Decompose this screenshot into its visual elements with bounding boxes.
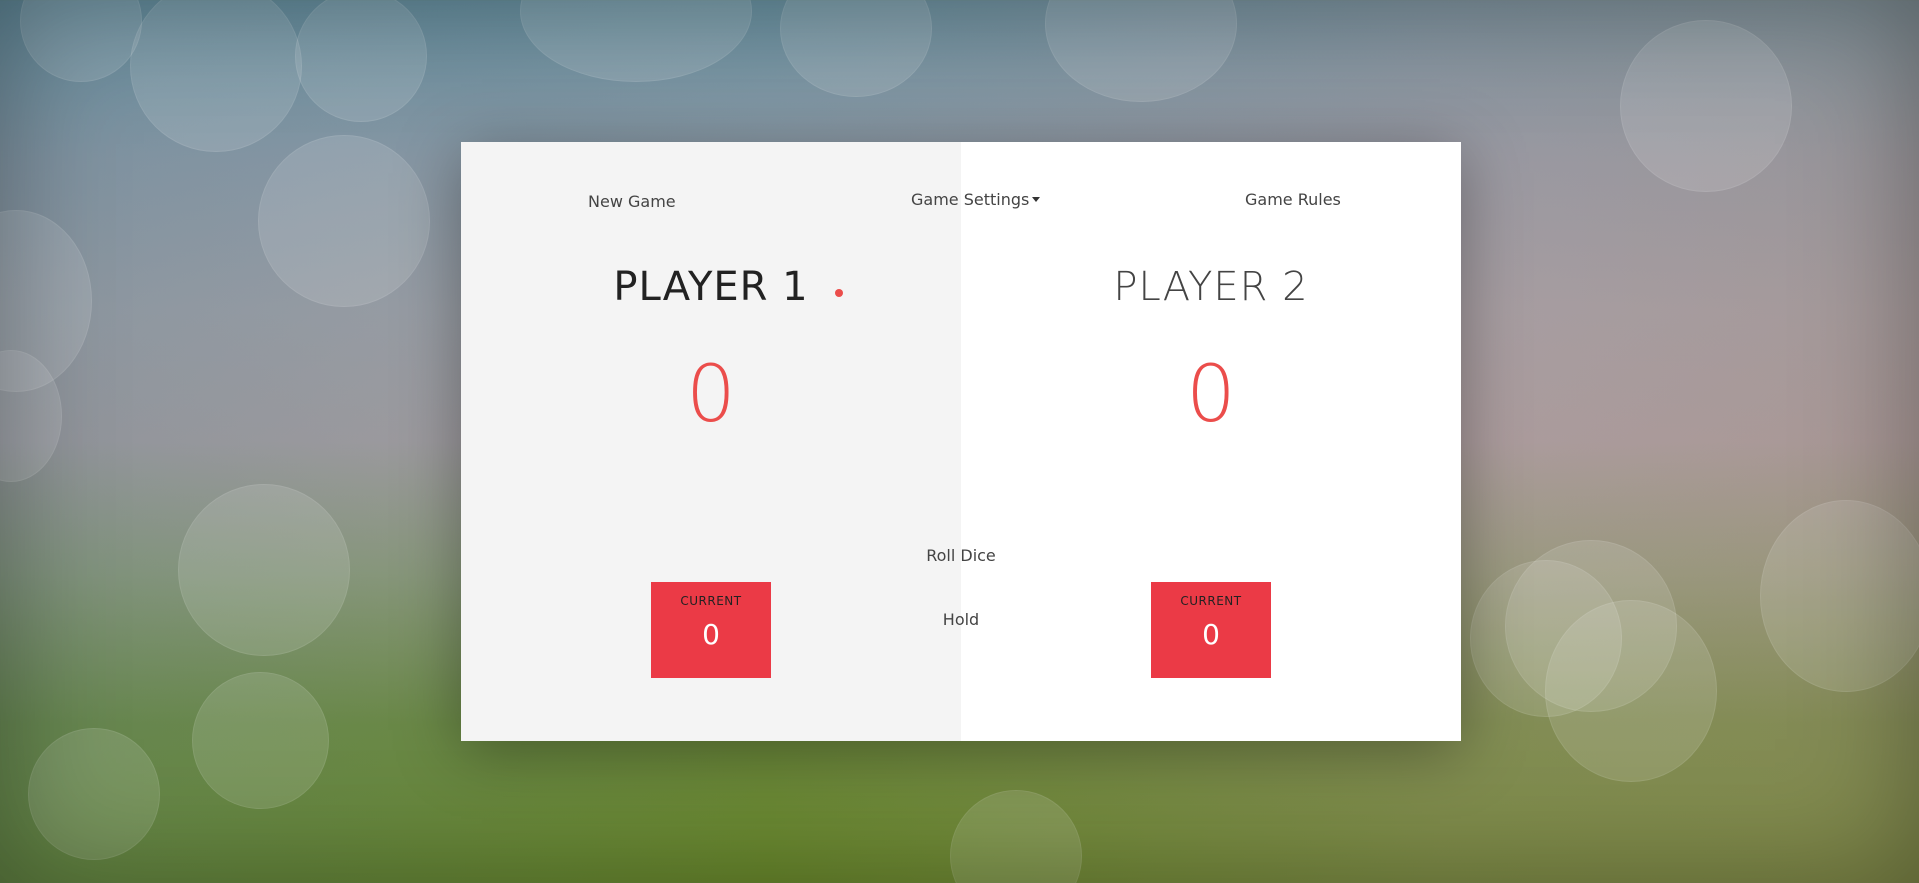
player-2-current-box: CURRENT 0 (1151, 582, 1271, 678)
game-board: New Game Game Settings Game Rules PLAYER… (461, 142, 1461, 741)
player-2-current-label: CURRENT (1180, 594, 1242, 608)
player-1-current-label: CURRENT (680, 594, 742, 608)
player-1-score: 0 (686, 350, 736, 440)
player-1-name: PLAYER 1 (613, 264, 809, 310)
player-2-current-value: 0 (1202, 618, 1220, 651)
game-settings-dropdown[interactable]: Game Settings (911, 190, 1041, 209)
player-2-score: 0 (1186, 350, 1236, 440)
player-1-current-box: CURRENT 0 (651, 582, 771, 678)
hold-button[interactable]: Hold (861, 610, 1061, 629)
caret-down-icon (1032, 197, 1041, 202)
game-settings-label: Game Settings (911, 190, 1030, 209)
roll-dice-button[interactable]: Roll Dice (861, 546, 1061, 565)
game-rules-button[interactable]: Game Rules (1245, 190, 1341, 209)
new-game-button[interactable]: New Game (588, 192, 676, 211)
active-player-dot (835, 289, 843, 297)
player-2-name: PLAYER 2 (1113, 264, 1309, 310)
player-1-current-value: 0 (702, 618, 720, 651)
